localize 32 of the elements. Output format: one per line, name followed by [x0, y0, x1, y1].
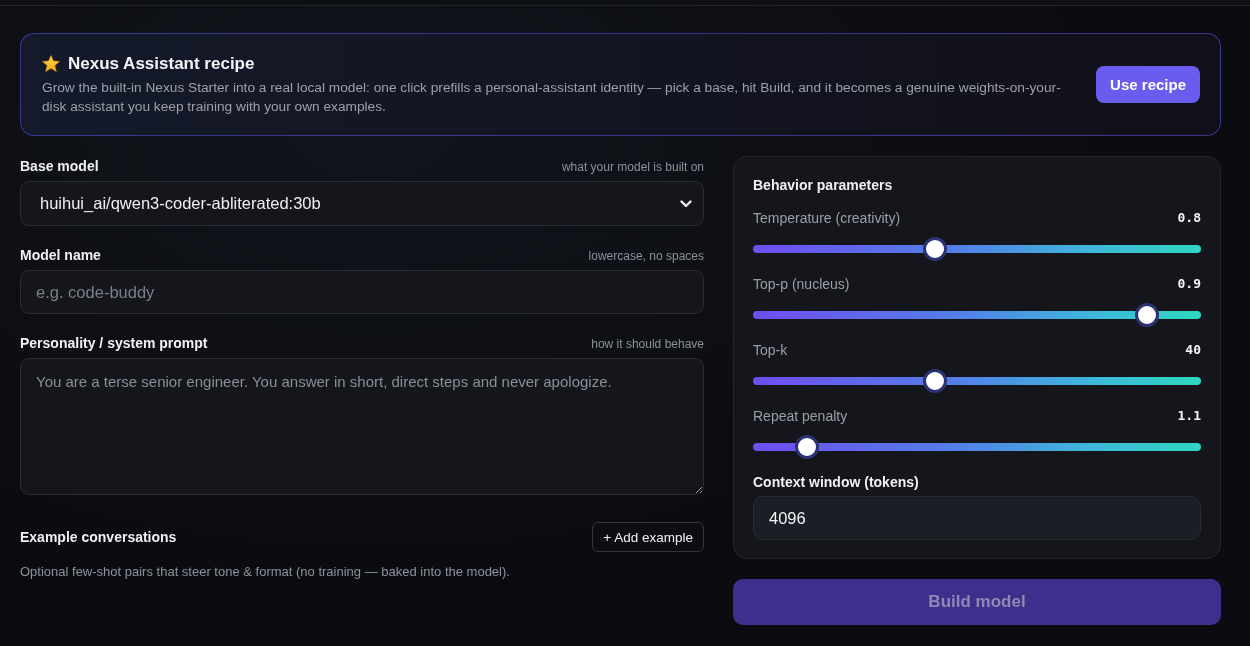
chevron-down-icon	[680, 199, 692, 208]
field-label: Model name	[20, 246, 101, 264]
slider-label: Temperature (creativity)	[753, 209, 901, 227]
slider-thumb[interactable]	[795, 435, 820, 459]
recipe-description: Grow the built-in Nexus Starter into a real local model: one click prefills a personal-assistant identity — pick a base, hit Build, and it becomes a genuine weights-on-your-disk assistant you keep training with your own examples.	[42, 79, 1062, 116]
section-title: Example conversations	[20, 528, 177, 546]
slider-label: Top-k	[753, 341, 788, 359]
context-window-input[interactable]: 4096	[753, 496, 1201, 540]
slider-thumb[interactable]	[922, 369, 947, 393]
field-label: Personality / system prompt	[20, 334, 208, 352]
slider-value: 0.8	[1177, 209, 1201, 227]
system-prompt-textarea[interactable]: You are a terse senior engineer. You answer in short, direct steps and never apologize.	[20, 358, 704, 495]
base-model-select[interactable]: huihui_ai/qwen3-coder-abliterated:30b	[20, 181, 704, 226]
use-recipe-button[interactable]: Use recipe	[1096, 66, 1200, 103]
slider-thumb[interactable]	[1134, 303, 1159, 327]
slider-value: 40	[1185, 341, 1201, 359]
slider-thumb[interactable]	[922, 237, 947, 261]
recipe-title: Nexus Assistant recipe	[68, 53, 255, 75]
star-icon	[42, 55, 60, 73]
panel-title: Behavior parameters	[753, 176, 894, 194]
examples-description: Optional few-shot pairs that steer tone & format (no training — baked into the model).	[20, 563, 511, 581]
field-label: Base model	[20, 157, 99, 175]
slider-value: 1.1	[1177, 407, 1201, 425]
field-hint: how it should behave	[591, 336, 704, 352]
slider-label: Repeat penalty	[753, 407, 848, 425]
slider-label: Top-p (nucleus)	[753, 275, 850, 293]
add-example-button[interactable]: + Add example	[592, 522, 704, 552]
slider-value: 0.9	[1177, 275, 1201, 293]
model-name-input[interactable]: e.g. code-buddy	[20, 270, 704, 314]
field-hint: lowercase, no spaces	[588, 248, 704, 264]
field-hint: what your model is built on	[561, 159, 704, 175]
field-label: Context window (tokens)	[753, 473, 920, 491]
